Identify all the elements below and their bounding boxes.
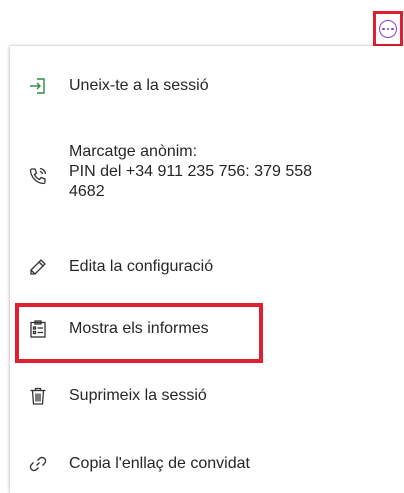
show-reports-highlight xyxy=(15,303,263,363)
more-options-highlight xyxy=(373,11,403,47)
link-icon xyxy=(28,454,48,474)
more-options-button[interactable] xyxy=(379,20,397,38)
menu-item-label: Edita la configuració xyxy=(69,258,214,275)
more-options-icon-dot xyxy=(391,27,394,31)
phone-icon xyxy=(28,166,48,186)
menu-item-label: Suprimeix la sessió xyxy=(69,387,207,404)
join-session-icon xyxy=(28,76,48,96)
more-options-icon xyxy=(382,27,385,31)
menu-item-label: Copia l'enllaç de convidat xyxy=(69,455,250,472)
menu-item-label: Marcatge anònim: PIN del +34 911 235 756… xyxy=(69,143,313,200)
menu-item-label: Uneix-te a la sessió xyxy=(69,77,209,94)
trash-icon xyxy=(28,386,48,406)
session-options-menu: Uneix-te a la sessió Marcatge anònim: PI… xyxy=(10,46,404,493)
pencil-icon xyxy=(28,257,48,277)
screen: Uneix-te a la sessió Marcatge anònim: PI… xyxy=(0,0,404,493)
more-options-icon-dot xyxy=(386,27,390,31)
